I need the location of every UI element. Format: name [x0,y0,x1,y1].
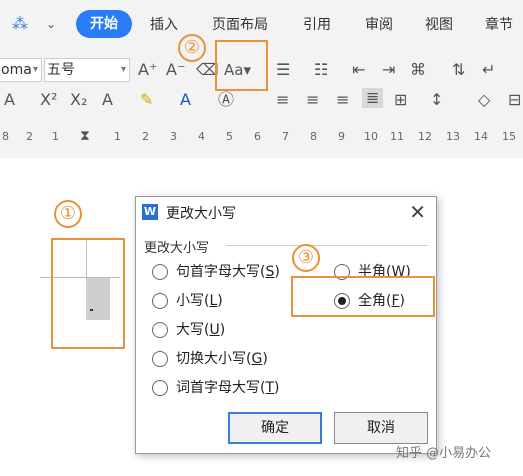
ruler-number: 14 [474,130,488,143]
watermark: 知乎 @小易办公 [396,446,492,461]
ruler-number: 13 [446,130,460,143]
option-tail: ) [274,264,280,280]
justify-icon[interactable]: ≣ [362,88,384,108]
change-case-dialog: W 更改大小写 ✕ 更改大小写 句首字母大写(S) 小写(L) 大写(U) 切换… [135,196,437,454]
cancel-button[interactable]: 取消 [334,412,428,444]
tab-insert[interactable]: 插入 [150,14,178,34]
app-menu-icon[interactable]: ⁂ [12,14,28,34]
line-spacing-icon[interactable]: ↕ [430,90,443,110]
align-left-icon[interactable]: ≡ [276,90,289,110]
decrease-indent-icon[interactable]: ⇤ [352,60,365,80]
borders-icon[interactable]: ⊟ [508,90,521,110]
char-border-icon[interactable]: Ⓐ [218,90,234,110]
wps-writer-icon: W [142,204,158,220]
font-outline-icon[interactable]: A [102,90,113,110]
bullet-list-icon[interactable]: ☰ [276,60,290,80]
annotation-marker-2: ② [178,34,206,62]
option-hotkey: G [251,351,263,367]
option-hotkey: T [265,380,275,396]
ruler-number: 4 [198,130,205,143]
radio-button[interactable] [152,322,168,338]
option-label: 词首字母大写(T) [176,377,280,399]
ruler-number: 11 [390,130,404,143]
option-label: 小写(L) [176,290,223,312]
align-center-icon[interactable]: ≡ [306,90,319,110]
font-size-select[interactable]: 五号 ▾ [44,58,130,82]
option-tail: ) [217,293,223,309]
ruler-number: 10 [364,130,378,143]
radio-button[interactable] [152,293,168,309]
ruler[interactable]: 8 2 1 ⧗ 1 2 3 4 5 6 7 8 9 10 11 12 13 14… [0,124,523,154]
font-size-value: 五号 [47,62,75,78]
superscript-icon[interactable]: X² [40,90,57,110]
option-label: 大写(U) [176,319,225,341]
annotation-highlight-box [51,238,125,349]
option-tail: ) [262,351,268,367]
annotation-marker-3: ③ [292,244,320,272]
ruler-number: 5 [226,130,233,143]
text-effect-icon[interactable]: A [4,90,15,110]
option-label: 句首字母大写(S) [176,261,280,283]
align-right-icon[interactable]: ≡ [336,90,349,110]
font-name-value: oma [1,62,32,78]
option-text: 大写( [176,322,210,338]
tab-references[interactable]: 引用 [303,14,331,34]
ruler-number: 8 [310,130,317,143]
tab-view[interactable]: 视图 [425,14,453,34]
numbered-list-icon[interactable]: ☷ [314,60,328,80]
ruler-number: 7 [282,130,289,143]
dialog-title-bar[interactable]: W 更改大小写 ✕ [136,197,436,227]
font-name-select[interactable]: oma ▾ [0,58,42,82]
tab-bar: ⁂ ⌄ 开始 插入 页面布局 引用 审阅 视图 章节 [0,8,523,42]
highlight-icon[interactable]: ✎ [140,90,153,110]
group-label: 更改大小写 [144,237,214,256]
option-hotkey: U [209,322,220,338]
option-text: 句首字母大写( [176,264,266,280]
ruler-number: 1 [114,130,121,143]
chevron-down-icon[interactable]: ⌄ [46,14,56,34]
shading-icon[interactable]: ◇ [478,90,490,110]
radio-button[interactable] [152,264,168,280]
shrink-font-icon[interactable]: A⁻ [166,60,185,80]
ruler-number: 12 [418,130,432,143]
chevron-down-icon: ▾ [120,64,126,75]
option-text: 词首字母大写( [176,380,266,396]
grow-font-icon[interactable]: A⁺ [138,60,157,80]
ruler-number: 8 [2,130,9,143]
annotation-marker-1: ① [54,200,82,228]
ruler-number: 6 [254,130,261,143]
option-text: 小写( [176,293,210,309]
ruler-number: 2 [26,130,33,143]
indent-marker-icon[interactable]: ⧗ [80,126,90,146]
option-tail: ) [219,322,226,338]
chinese-layout-icon[interactable]: ⌘ [410,60,426,80]
tab-review[interactable]: 审阅 [365,14,393,34]
option-text: 切换大小写( [176,351,252,367]
tab-section[interactable]: 章节 [485,14,513,34]
ruler-number: 2 [142,130,149,143]
annotation-highlight-box [215,40,268,91]
radio-button[interactable] [152,380,168,396]
show-marks-icon[interactable]: ↵ [482,60,495,80]
subscript-icon[interactable]: X₂ [70,90,87,110]
ok-button[interactable]: 确定 [228,412,322,444]
dialog-title: 更改大小写 [166,206,236,222]
annotation-highlight-box [291,276,435,317]
ruler-number: 9 [338,130,345,143]
radio-button[interactable] [152,351,168,367]
chevron-down-icon: ▾ [32,64,38,75]
ruler-number: 3 [170,130,177,143]
group-divider [226,245,428,246]
ruler-number: 15 [502,130,516,143]
distributed-icon[interactable]: ⊞ [394,90,407,110]
close-icon[interactable]: ✕ [409,200,426,224]
tab-page-layout[interactable]: 页面布局 [212,14,268,34]
font-color-icon[interactable]: A [180,90,191,110]
ruler-number: 1 [52,130,59,143]
sort-icon[interactable]: ⇅ [452,60,465,80]
increase-indent-icon[interactable]: ⇥ [382,60,395,80]
option-label: 切换大小写(G) [176,348,268,370]
tab-home[interactable]: 开始 [76,10,132,38]
option-tail: ) [274,380,280,396]
